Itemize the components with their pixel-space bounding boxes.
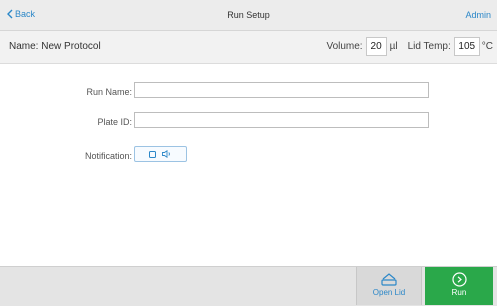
admin-button[interactable]: Admin (465, 10, 491, 20)
run-setup-form: Run Name: Plate ID: Notification: (0, 64, 497, 264)
protocol-info-bar: Name: New Protocol Volume: 20 µl Lid Tem… (0, 31, 497, 64)
run-name-label: Run Name: (86, 87, 132, 97)
page-title: Run Setup (227, 10, 270, 20)
run-parameters: Volume: 20 µl Lid Temp: 105 °C (326, 37, 493, 56)
open-lid-label: Open Lid (372, 288, 406, 297)
run-name-input[interactable] (134, 82, 429, 98)
volume-field[interactable]: 20 (365, 37, 387, 56)
notification-row: Notification: (0, 146, 497, 166)
speaker-icon (162, 150, 170, 158)
protocol-name: Name: New Protocol (9, 41, 101, 52)
run-label: Run (451, 288, 467, 297)
top-bar: Back Run Setup Admin (0, 0, 497, 31)
lid-icon (381, 273, 397, 286)
name-label: Name: (9, 41, 39, 52)
lid-temp-unit: °C (481, 41, 493, 52)
plate-id-row: Plate ID: (0, 112, 497, 132)
notification-label: Notification: (84, 151, 132, 161)
footer-bar (0, 266, 497, 306)
plate-id-label: Plate ID: (97, 117, 132, 127)
square-icon (149, 150, 156, 158)
play-circle-icon (451, 272, 467, 287)
notification-toggle[interactable] (134, 146, 187, 162)
volume-unit: µl (389, 41, 398, 52)
plate-id-input[interactable] (134, 112, 429, 128)
run-name-row: Run Name: (0, 82, 497, 102)
open-lid-button[interactable]: Open Lid (356, 267, 422, 305)
name-value: New Protocol (41, 41, 101, 52)
run-button[interactable]: Run (425, 267, 493, 305)
volume-label: Volume: (326, 41, 363, 52)
lid-temp-field[interactable]: 105 (453, 37, 480, 56)
lid-temp-label: Lid Temp: (407, 41, 451, 52)
